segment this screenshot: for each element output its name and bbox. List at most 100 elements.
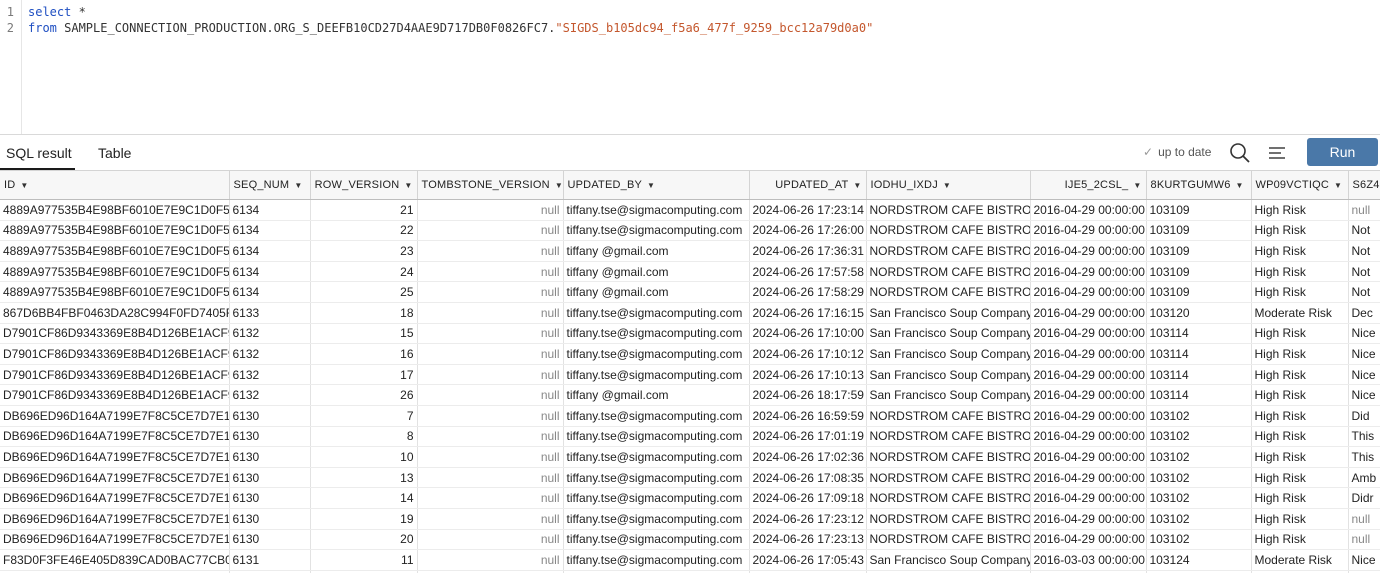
table-cell[interactable]: 6130 [229,426,310,447]
table-cell[interactable]: San Francisco Soup Company [866,344,1030,365]
table-cell[interactable]: tiffany.tse@sigmacomputing.com [563,364,749,385]
table-cell[interactable]: 7 [310,405,417,426]
table-cell[interactable]: null [417,220,563,241]
table-row[interactable]: 4889A977535B4E98BF6010E7E9C1D0F5613421nu… [0,200,1380,221]
table-cell[interactable]: tiffany @gmail.com [563,261,749,282]
table-cell[interactable]: DB696ED96D164A7199E7F8C5CE7D7E18 [0,508,229,529]
table-cell[interactable]: null [417,323,563,344]
table-cell[interactable]: Not [1348,220,1380,241]
table-cell[interactable]: tiffany.tse@sigmacomputing.com [563,426,749,447]
table-row[interactable]: F83D0F3FE46E405D839CAD0BAC77CB0A613111nu… [0,550,1380,571]
table-cell[interactable]: 6134 [229,261,310,282]
table-cell[interactable]: Dec [1348,302,1380,323]
table-cell[interactable]: 103102 [1146,426,1251,447]
table-cell[interactable]: Moderate Risk [1251,302,1348,323]
table-cell[interactable]: 2016-04-29 00:00:00 [1030,405,1146,426]
table-cell[interactable]: This [1348,426,1380,447]
table-cell[interactable]: 2024-06-26 17:16:15 [749,302,866,323]
column-header[interactable]: WP09VCTIQC▼ [1251,171,1348,200]
table-cell[interactable]: High Risk [1251,344,1348,365]
chevron-down-icon[interactable]: ▼ [555,181,563,190]
table-cell[interactable]: Not [1348,282,1380,303]
table-cell[interactable]: 2024-06-26 17:23:13 [749,529,866,550]
table-cell[interactable]: 6132 [229,323,310,344]
table-cell[interactable]: 103102 [1146,405,1251,426]
table-row[interactable]: DB696ED96D164A7199E7F8C5CE7D7E18613019nu… [0,508,1380,529]
table-cell[interactable]: 103102 [1146,529,1251,550]
table-cell[interactable]: 2016-04-29 00:00:00 [1030,344,1146,365]
table-row[interactable]: DB696ED96D164A7199E7F8C5CE7D7E18613010nu… [0,447,1380,468]
table-cell[interactable]: 6133 [229,302,310,323]
table-row[interactable]: DB696ED96D164A7199E7F8C5CE7D7E1861307nul… [0,405,1380,426]
sql-editor[interactable]: 1 2 select * from SAMPLE_CONNECTION_PROD… [0,0,1380,135]
table-cell[interactable]: NORDSTROM CAFE BISTRO [866,447,1030,468]
table-cell[interactable]: NORDSTROM CAFE BISTRO [866,282,1030,303]
table-cell[interactable]: 11 [310,550,417,571]
table-cell[interactable]: 103109 [1146,241,1251,262]
table-cell[interactable]: tiffany @gmail.com [563,385,749,406]
table-cell[interactable]: 2016-04-29 00:00:00 [1030,488,1146,509]
table-cell[interactable]: null [417,200,563,221]
table-cell[interactable]: 2024-06-26 17:02:36 [749,447,866,468]
table-cell[interactable]: null [1348,529,1380,550]
table-cell[interactable]: 2016-04-29 00:00:00 [1030,529,1146,550]
table-cell[interactable]: null [417,550,563,571]
table-cell[interactable]: 14 [310,488,417,509]
table-cell[interactable]: tiffany.tse@sigmacomputing.com [563,508,749,529]
table-cell[interactable]: 2016-04-29 00:00:00 [1030,508,1146,529]
table-cell[interactable]: null [417,302,563,323]
table-cell[interactable]: Nice [1348,364,1380,385]
table-cell[interactable]: 2024-06-26 17:26:00 [749,220,866,241]
table-cell[interactable]: 103102 [1146,467,1251,488]
table-row[interactable]: 867D6BB4FBF0463DA28C994F0FD7405F613318nu… [0,302,1380,323]
table-cell[interactable]: 19 [310,508,417,529]
table-row[interactable]: DB696ED96D164A7199E7F8C5CE7D7E18613014nu… [0,488,1380,509]
table-cell[interactable]: NORDSTROM CAFE BISTRO [866,426,1030,447]
table-row[interactable]: DB696ED96D164A7199E7F8C5CE7D7E18613020nu… [0,529,1380,550]
table-row[interactable]: DB696ED96D164A7199E7F8C5CE7D7E1861308nul… [0,426,1380,447]
table-cell[interactable]: 24 [310,261,417,282]
table-cell[interactable]: 2016-04-29 00:00:00 [1030,323,1146,344]
table-row[interactable]: D7901CF86D9343369E8B4D126BE1ACF9613216nu… [0,344,1380,365]
table-cell[interactable]: 2024-06-26 17:01:19 [749,426,866,447]
table-cell[interactable]: null [417,364,563,385]
table-cell[interactable]: High Risk [1251,220,1348,241]
table-row[interactable]: D7901CF86D9343369E8B4D126BE1ACF9613215nu… [0,323,1380,344]
table-cell[interactable]: High Risk [1251,385,1348,406]
table-cell[interactable]: NORDSTROM CAFE BISTRO [866,488,1030,509]
table-cell[interactable]: 2024-06-26 17:36:31 [749,241,866,262]
chevron-down-icon[interactable]: ▼ [853,181,861,190]
table-cell[interactable]: 103114 [1146,323,1251,344]
table-cell[interactable]: null [417,447,563,468]
table-cell[interactable]: 8 [310,426,417,447]
column-header[interactable]: UPDATED_AT▼ [749,171,866,200]
table-cell[interactable]: null [1348,200,1380,221]
table-cell[interactable]: 6131 [229,550,310,571]
column-header[interactable]: IODHU_IXDJ▼ [866,171,1030,200]
table-cell[interactable]: 103102 [1146,508,1251,529]
table-cell[interactable]: 4889A977535B4E98BF6010E7E9C1D0F5 [0,200,229,221]
table-cell[interactable]: 2024-06-26 17:10:13 [749,364,866,385]
table-cell[interactable]: Amb [1348,467,1380,488]
table-cell[interactable]: 2024-06-26 17:58:29 [749,282,866,303]
table-cell[interactable]: 15 [310,323,417,344]
table-cell[interactable]: tiffany.tse@sigmacomputing.com [563,488,749,509]
table-cell[interactable]: 2016-04-29 00:00:00 [1030,467,1146,488]
table-cell[interactable]: 103124 [1146,550,1251,571]
table-cell[interactable]: 2016-04-29 00:00:00 [1030,282,1146,303]
chevron-down-icon[interactable]: ▼ [404,181,412,190]
table-cell[interactable]: NORDSTROM CAFE BISTRO [866,405,1030,426]
table-row[interactable]: 4889A977535B4E98BF6010E7E9C1D0F5613425nu… [0,282,1380,303]
table-cell[interactable]: 2024-06-26 17:23:12 [749,508,866,529]
table-cell[interactable]: NORDSTROM CAFE BISTRO [866,241,1030,262]
table-cell[interactable]: 6130 [229,405,310,426]
table-cell[interactable]: DB696ED96D164A7199E7F8C5CE7D7E18 [0,529,229,550]
table-cell[interactable]: 6130 [229,467,310,488]
table-cell[interactable]: D7901CF86D9343369E8B4D126BE1ACF9 [0,344,229,365]
table-cell[interactable]: San Francisco Soup Company [866,364,1030,385]
table-cell[interactable]: High Risk [1251,323,1348,344]
column-header[interactable]: SEQ_NUM▼ [229,171,310,200]
table-cell[interactable]: null [417,467,563,488]
table-cell[interactable]: DB696ED96D164A7199E7F8C5CE7D7E18 [0,426,229,447]
table-cell[interactable]: Nice [1348,385,1380,406]
